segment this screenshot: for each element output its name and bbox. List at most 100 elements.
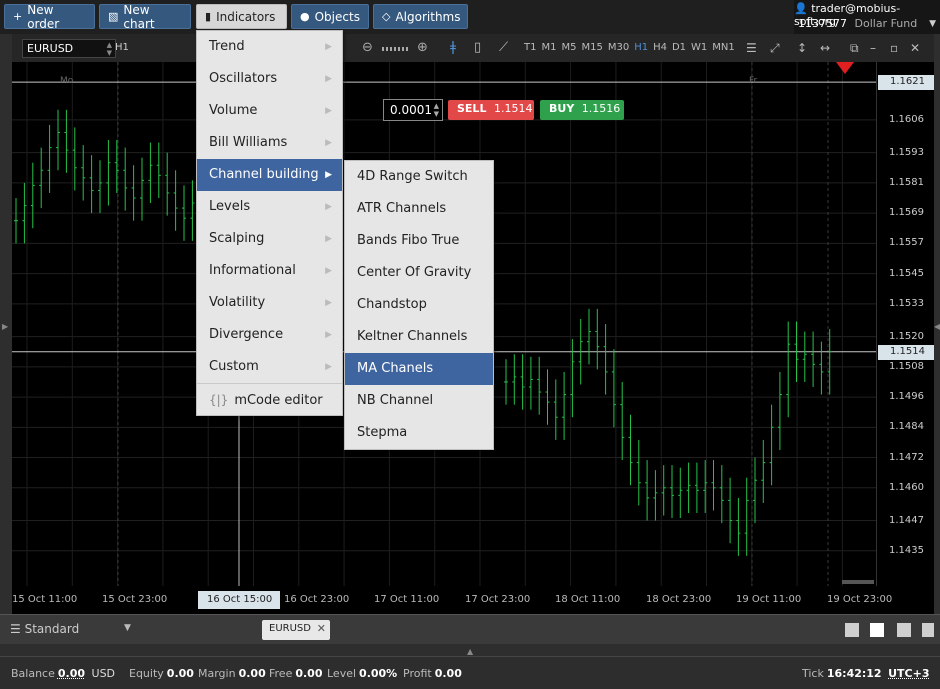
menu-item-channel-building[interactable]: Channel building ▶ xyxy=(197,159,342,191)
price-axis[interactable]: 1.1606 1.1593 1.1581 1.1569 1.1557 1.1545 1.15… xyxy=(876,62,934,586)
bar-chart-type-icon[interactable]: ǂ xyxy=(450,40,456,55)
zoom-in-icon[interactable]: ⊕ xyxy=(417,40,428,55)
menu-item-mcode-editor[interactable]: {|} mCode editor xyxy=(197,383,342,415)
close-icon[interactable]: ✕ xyxy=(910,41,920,55)
submenu-item-ma-chanels[interactable]: MA Chanels xyxy=(345,353,493,385)
zoom-slider[interactable] xyxy=(382,47,410,51)
timezone-selector[interactable]: UTC+3 xyxy=(888,667,929,680)
resize-vertical-icon[interactable]: ↕ xyxy=(797,41,807,55)
layout-columns-icon[interactable] xyxy=(897,623,911,637)
menu-item-label: Volume xyxy=(209,103,258,118)
line-chart-type-icon[interactable]: ⟋ xyxy=(499,40,508,55)
menu-item-label: Channel building xyxy=(209,167,319,182)
indicators-button[interactable]: ▮ Indicators xyxy=(196,4,287,29)
timeframe-m5[interactable]: M5 xyxy=(561,42,576,53)
timeframe-m1[interactable]: M1 xyxy=(541,42,556,53)
menu-item-scalping[interactable]: Scalping ▶ xyxy=(197,223,342,255)
menu-item-label: Scalping xyxy=(209,231,265,246)
chevron-right-icon: ▶ xyxy=(325,202,332,212)
chevron-right-icon: ▶ xyxy=(325,138,332,148)
menu-item-volatility[interactable]: Volatility ▶ xyxy=(197,287,342,319)
submenu-item-bands-fibo-true[interactable]: Bands Fibo True xyxy=(345,225,493,257)
submenu-item-nb-channel[interactable]: NB Channel xyxy=(345,385,493,417)
tick-label: Tick xyxy=(802,667,824,680)
resize-horizontal-icon[interactable]: ↔ xyxy=(820,41,830,55)
layout-rows-icon[interactable] xyxy=(922,623,934,637)
maximize-icon[interactable]: ▫ xyxy=(890,41,898,55)
menu-item-oscillators[interactable]: Oscillators ▶ xyxy=(197,63,342,95)
chart-tab-eurusd[interactable]: EURUSD ✕ xyxy=(262,620,330,640)
zoom-out-icon[interactable]: ⊖ xyxy=(362,40,373,55)
chevron-down-icon[interactable]: ▼ xyxy=(929,19,936,29)
buy-button[interactable]: BUY 1.1516 xyxy=(540,100,624,120)
chevron-right-icon: ▶ xyxy=(325,298,332,308)
timeframe-m15[interactable]: M15 xyxy=(581,42,602,53)
detach-window-icon[interactable]: ⧉ xyxy=(850,41,859,56)
timeframe-m30[interactable]: M30 xyxy=(608,42,629,53)
buy-label: BUY xyxy=(549,102,575,115)
buy-price: 1.1516 xyxy=(581,102,621,115)
menu-item-informational[interactable]: Informational ▶ xyxy=(197,255,342,287)
account-info: 1137577 Dollar Fund xyxy=(798,17,917,30)
timeframe-mn1[interactable]: MN1 xyxy=(712,42,734,53)
layout-value: Standard xyxy=(24,622,80,636)
minimize-icon[interactable]: – xyxy=(870,41,876,55)
shapes-icon: ● xyxy=(300,10,310,23)
profit-value: 0.00 xyxy=(434,667,462,680)
timeframe-h1[interactable]: H1 xyxy=(634,42,648,53)
balance-value[interactable]: 0.00 xyxy=(58,667,85,680)
close-tab-icon[interactable]: ✕ xyxy=(317,622,326,635)
chart-tab-label: EURUSD xyxy=(269,623,311,634)
menu-item-volume[interactable]: Volume ▶ xyxy=(197,95,342,127)
reference-price-tag: 1.1621 xyxy=(878,75,934,91)
right-panel-toggle-icon[interactable]: ◀ xyxy=(934,322,940,331)
layout-selector[interactable]: ☰ Standard ▼ xyxy=(10,622,131,636)
menu-item-custom[interactable]: Custom ▶ xyxy=(197,351,342,383)
timeframe-d1[interactable]: D1 xyxy=(672,42,686,53)
expand-panel-icon[interactable]: ▲ xyxy=(467,647,473,656)
resize-diagonal-icon[interactable]: ⤢ xyxy=(770,41,780,56)
price-tick-label: 1.1460 xyxy=(889,481,924,493)
timeframe-w1[interactable]: W1 xyxy=(691,42,707,53)
time-cursor-label: 16 Oct 15:00 xyxy=(198,591,280,609)
lot-size-input[interactable]: 0.0001 ▲ ▼ xyxy=(383,99,443,121)
left-panel-toggle-icon[interactable]: ▶ xyxy=(2,322,8,331)
margin-label: Margin xyxy=(198,667,236,680)
new-order-button[interactable]: + New order xyxy=(4,3,95,31)
menu-item-label: Oscillators xyxy=(209,71,278,86)
menu-item-bill-williams[interactable]: Bill Williams ▶ xyxy=(197,127,342,159)
indicator-f-icon[interactable]: ☰ xyxy=(746,41,757,55)
submenu-item-center-of-gravity[interactable]: Center Of Gravity xyxy=(345,257,493,289)
lot-size-value: 0.0001 xyxy=(390,103,432,117)
time-tick-label: 16 Oct 23:00 xyxy=(284,594,350,605)
layout-grid-icon[interactable] xyxy=(870,623,884,637)
new-chart-button[interactable]: ▧ New chart xyxy=(99,3,191,31)
timeframe-h4[interactable]: H4 xyxy=(653,42,667,53)
account-status-bar: Balance 0.00 USD Equity 0.00 Margin 0.00 Fr… xyxy=(0,647,940,689)
submenu-item-keltner-channels[interactable]: Keltner Channels xyxy=(345,321,493,353)
menu-item-trend[interactable]: Trend ▶ xyxy=(197,31,342,63)
lot-spinner-icon[interactable]: ▲ ▼ xyxy=(434,102,439,118)
submenu-item-atr-channels[interactable]: ATR Channels xyxy=(345,193,493,225)
account-panel[interactable]: 👤 trader@mobius-soft.org 1137577 Dollar … xyxy=(794,0,940,34)
balance-stat: Balance 0.00 USD xyxy=(11,667,115,680)
objects-button[interactable]: ● Objects xyxy=(291,4,369,29)
timeframe-t1[interactable]: T1 xyxy=(524,42,536,53)
account-id: 1137577 xyxy=(798,17,847,30)
spinner-icon[interactable]: ▲ ▼ xyxy=(107,41,112,57)
submenu-item-chandstop[interactable]: Chandstop xyxy=(345,289,493,321)
menu-item-levels[interactable]: Levels ▶ xyxy=(197,191,342,223)
symbol-selector[interactable]: EURUSD ▲ ▼ xyxy=(22,39,116,58)
time-tick-label: 19 Oct 23:00 xyxy=(827,594,893,605)
layout-single-icon[interactable] xyxy=(845,623,859,637)
chevron-down-icon: ▼ xyxy=(124,623,131,633)
menu-item-divergence[interactable]: Divergence ▶ xyxy=(197,319,342,351)
time-tick-label: 15 Oct 11:00 xyxy=(12,594,78,605)
candle-chart-type-icon[interactable]: ▯ xyxy=(474,40,481,55)
submenu-item-4d-range-switch[interactable]: 4D Range Switch xyxy=(345,161,493,193)
sell-button[interactable]: SELL 1.1514 xyxy=(448,100,534,120)
algorithms-button[interactable]: ◇ Algorithms xyxy=(373,4,468,29)
time-axis[interactable]: 19 Oct 23:00 19 Oct 11:00 18 Oct 23:00 18 O… xyxy=(12,586,934,614)
free-stat: Free 0.00 xyxy=(269,667,322,680)
submenu-item-stepma[interactable]: Stepma xyxy=(345,417,493,449)
